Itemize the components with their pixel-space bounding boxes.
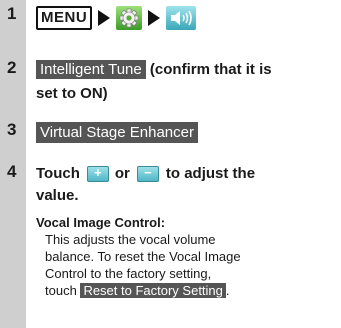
step-4-touch-text: Touch [36, 165, 80, 182]
reset-to-factory-setting-button[interactable]: Reset to Factory Setting [80, 283, 226, 298]
vocal-image-note: Vocal Image Control: This adjusts the vo… [36, 214, 336, 299]
step-4: Touch + or − to adjust the value. Vocal … [36, 164, 336, 299]
note-line-2: balance. To reset the Vocal Image [45, 249, 241, 264]
minus-button[interactable]: − [136, 164, 159, 182]
minus-icon: − [144, 164, 152, 180]
intelligent-tune-button[interactable]: Intelligent Tune [36, 60, 146, 79]
step-3: Virtual Stage Enhancer [36, 122, 198, 143]
step-4-text: to adjust the [165, 165, 256, 182]
step-number-2: 2 [7, 58, 17, 77]
note-line-3: Control to the factory setting, [45, 266, 212, 281]
step-number-1: 1 [7, 4, 17, 23]
step-4-or-text: or [114, 165, 130, 182]
plus-icon: + [94, 164, 102, 180]
step-number-3: 3 [7, 120, 17, 139]
note-line-4: touch Reset to Factory Setting. [36, 282, 336, 299]
step-2: Intelligent Tune (confirm that it is set… [36, 60, 336, 103]
plus-button[interactable]: + [86, 164, 109, 182]
step-2-text-continued: set to ON) [36, 85, 108, 102]
note-period: . [225, 283, 230, 298]
step-number-4: 4 [7, 162, 17, 181]
step-4-text-continued: value. [36, 187, 79, 204]
note-touch-text: touch [45, 283, 77, 298]
note-title: Vocal Image Control: [36, 215, 166, 230]
step-1: MENU [36, 5, 197, 31]
gear-icon[interactable] [116, 6, 143, 30]
note-line-1: This adjusts the vocal volume [45, 232, 216, 247]
arrow-right-icon [148, 10, 161, 26]
virtual-stage-enhancer-button[interactable]: Virtual Stage Enhancer [36, 122, 198, 143]
menu-button[interactable]: MENU [36, 6, 93, 30]
speaker-icon[interactable] [166, 6, 197, 30]
step-2-text: (confirm that it is [145, 61, 272, 78]
arrow-right-icon [98, 10, 111, 26]
